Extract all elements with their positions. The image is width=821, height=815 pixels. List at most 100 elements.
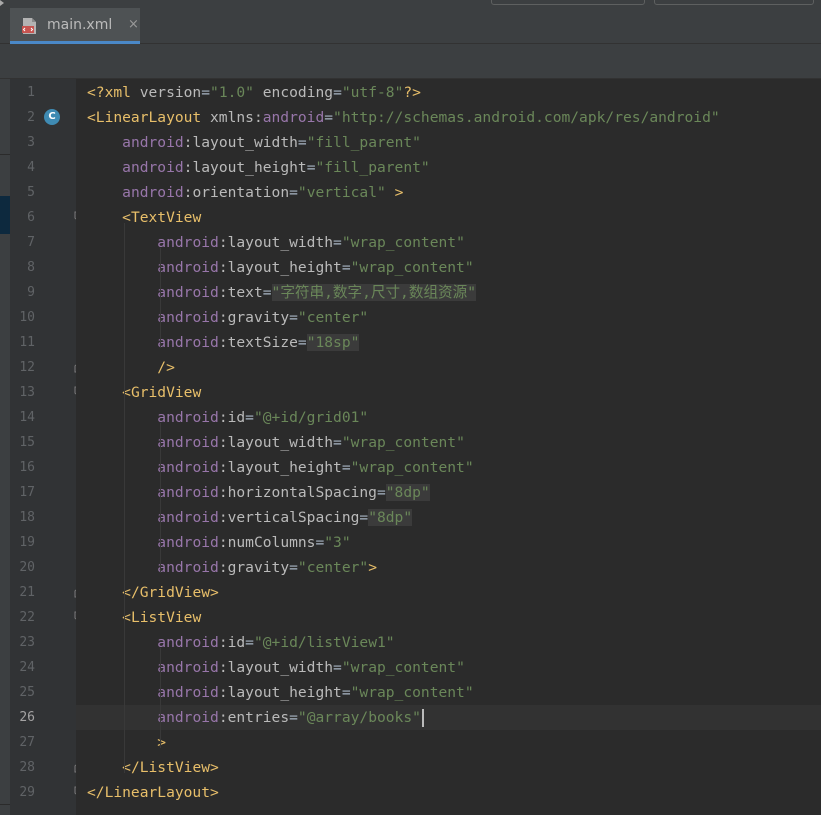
code-token: "@+id/listView1" [253, 633, 395, 651]
code-line[interactable]: android:layout_width="fill_parent" [87, 130, 421, 155]
code-token: = [289, 708, 298, 726]
tab-main-xml[interactable]: main.xml × [10, 8, 140, 44]
line-number: 2 [27, 109, 35, 125]
code-token: android [157, 233, 219, 251]
code-line[interactable]: android:numColumns="3" [87, 530, 350, 555]
code-line[interactable]: android:id="@+id/listView1" [87, 630, 395, 655]
code-line[interactable]: android:textSize="18sp" [87, 330, 360, 355]
code-token: "center" [297, 308, 369, 326]
left-tool-strip [0, 79, 10, 815]
code-token: = [201, 83, 211, 101]
tool-strip-selection [0, 196, 10, 234]
code-line[interactable]: android:entries="@array/books" [87, 705, 424, 730]
code-token: android [157, 408, 219, 426]
toolbar-run-config-dropdown[interactable] [491, 0, 645, 5]
line-number: 27 [19, 734, 35, 750]
tab-close-icon[interactable]: × [128, 17, 139, 32]
code-line[interactable]: android:layout_height="wrap_content" [87, 455, 473, 480]
code-line[interactable]: <GridView [87, 380, 201, 405]
code-line[interactable]: android:layout_width="wrap_content" [87, 230, 465, 255]
code-line[interactable]: /> [87, 355, 175, 380]
code-line[interactable]: android:horizontalSpacing="8dp" [87, 480, 430, 505]
code-line[interactable]: android:id="@+id/grid01" [87, 405, 368, 430]
code-token: :layout_height [218, 683, 342, 701]
code-token: :gravity [218, 308, 290, 326]
code-line[interactable]: android:text="字符串,数字,尺寸,数组资源" [87, 280, 477, 305]
code-token: android [157, 633, 219, 651]
code-line[interactable]: android:layout_height="fill_parent" [87, 155, 430, 180]
code-token: "字符串,数字,尺寸,数组资源" [271, 283, 477, 301]
line-number: 20 [19, 559, 35, 575]
code-token: </GridView> [122, 583, 219, 601]
code-token: :horizontalSpacing [218, 483, 377, 501]
code-token: <GridView [122, 383, 202, 401]
code-line[interactable]: <TextView [87, 205, 201, 230]
code-token: = [289, 183, 298, 201]
code-line[interactable]: android:layout_width="wrap_content" [87, 655, 465, 680]
code-line[interactable]: </ListView> [87, 755, 219, 780]
code-token: </ListView> [122, 758, 219, 776]
code-line[interactable]: android:layout_height="wrap_content" [87, 255, 474, 280]
code-token: android [157, 433, 219, 451]
code-line[interactable]: <ListView [87, 605, 201, 630]
line-number: 14 [19, 409, 35, 425]
code-line[interactable]: </GridView> [87, 580, 219, 605]
code-line[interactable]: android:layout_height="wrap_content" [87, 680, 473, 705]
breadcrumb [0, 44, 821, 79]
code-line[interactable]: </LinearLayout> [87, 780, 219, 805]
toolbar-arrow-icon[interactable] [0, 0, 4, 6]
code-token: = [315, 533, 325, 551]
code-token: :layout_width [218, 433, 334, 451]
code-line[interactable]: android:gravity="center"> [87, 555, 377, 580]
code-token: = [341, 458, 351, 476]
line-number: 15 [19, 434, 35, 450]
code-line[interactable]: android:gravity="center" [87, 305, 368, 330]
code-line[interactable]: android:layout_width="wrap_content" [87, 430, 465, 455]
code-token: :layout_width [218, 658, 334, 676]
code-token: = [333, 233, 342, 251]
line-number: 16 [19, 459, 35, 475]
code-token: :verticalSpacing [218, 508, 360, 526]
code-line[interactable]: android:verticalSpacing="8dp" [87, 505, 413, 530]
code-line[interactable]: > [87, 730, 166, 755]
code-token: encoding [262, 83, 334, 101]
line-number: 6 [27, 209, 35, 225]
code-token: android [122, 133, 184, 151]
code-token: android [122, 158, 184, 176]
line-number: 11 [19, 334, 35, 350]
line-number: 8 [27, 259, 35, 275]
code-token: android [157, 558, 219, 576]
class-c-icon[interactable]: C [44, 108, 60, 125]
toolbar-device-dropdown[interactable] [654, 0, 814, 5]
line-number: 10 [19, 309, 35, 325]
line-number: 24 [19, 659, 35, 675]
code-token: "fill_parent" [315, 158, 430, 176]
code-token: "wrap_content" [350, 258, 474, 276]
code-token: "8dp" [368, 508, 413, 526]
code-token: <ListView [122, 608, 202, 626]
code-token: android [157, 258, 219, 276]
editor-gutter[interactable]: 1 2 C 3 4 5 6 7 8 9 10 11 12 13 14 15 16 17 18 19 20 21 22 23 24… [10, 79, 85, 815]
code-token: android [122, 183, 184, 201]
line-number: 29 [19, 784, 35, 800]
code-token: :gravity [218, 558, 290, 576]
code-line[interactable]: android:orientation="vertical" > [87, 180, 403, 205]
code-token: = [359, 508, 369, 526]
code-line[interactable]: <LinearLayout xmlns:android="http://sche… [87, 105, 720, 130]
code-token: "8dp" [385, 483, 430, 501]
code-token: <TextView [122, 208, 202, 226]
code-token: xmlns: [210, 108, 263, 126]
code-token: "wrap_content" [341, 233, 465, 251]
code-token: "wrap_content" [341, 658, 465, 676]
top-toolbar [0, 0, 821, 8]
code-line[interactable]: <?xml version="1.0" encoding="utf-8"?> [87, 80, 421, 105]
